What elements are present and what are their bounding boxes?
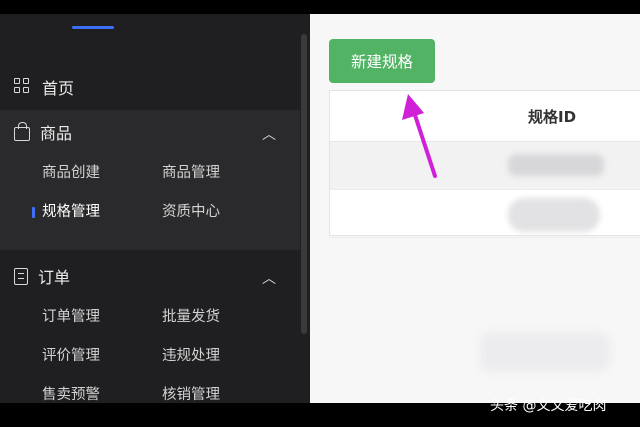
chevron-up-icon: ︿ [262,127,276,143]
main-content: 新建规格 规格ID [310,14,640,403]
column-header-spec-id: 规格ID [528,108,577,126]
sidebar-item-batch-ship[interactable]: 批量发货 [162,298,282,337]
credit-text: 头条 @文文爱吃肉 [490,398,607,414]
new-spec-button[interactable]: 新建规格 [329,39,435,83]
document-icon [14,267,28,285]
blurred-cell [508,198,600,232]
table-row[interactable] [330,190,640,238]
sidebar-item-qualification[interactable]: 资质中心 [162,193,282,232]
sidebar-item-home[interactable]: 首页 [0,66,300,108]
grid-icon [14,78,32,96]
sidebar-item-spec-manage[interactable]: 规格管理 [32,193,162,232]
table-row[interactable] [330,142,640,190]
sidebar-section-goods: 商品 ︿ 商品创建 商品管理 规格管理 资质中心 [0,110,300,250]
sidebar: 首页 商品 ︿ 商品创建 商品管理 规格管理 资质中心 订单 ︿ 订单管理 批量… [0,14,310,403]
sidebar-section-orders: 订单 ︿ 订单管理 批量发货 评价管理 违规处理 售卖预警 核销管理 [0,254,300,403]
chevron-up-icon: ︿ [262,271,276,287]
shopping-bag-icon [14,122,30,141]
sidebar-item-sale-warning[interactable]: 售卖预警 [42,376,162,403]
section-title: 订单 [38,268,71,287]
sidebar-item-goods-manage[interactable]: 商品管理 [162,154,282,193]
sidebar-scrollbar[interactable] [301,34,307,334]
blurred-cell [508,154,604,176]
sidebar-item-label: 首页 [42,79,75,98]
section-title: 商品 [40,124,73,143]
sidebar-section-goods-header[interactable]: 商品 ︿ [0,110,300,154]
top-tab-indicator [72,26,114,29]
table-header: 规格ID [330,91,640,142]
sidebar-item-goods-create[interactable]: 商品创建 [42,154,162,193]
sidebar-item-order-manage[interactable]: 订单管理 [42,298,162,337]
sidebar-item-violation[interactable]: 违规处理 [162,337,282,376]
sidebar-item-review-manage[interactable]: 评价管理 [42,337,162,376]
sidebar-section-orders-header[interactable]: 订单 ︿ [0,254,300,298]
spec-table: 规格ID [329,90,640,238]
app-window: 首页 商品 ︿ 商品创建 商品管理 规格管理 资质中心 订单 ︿ 订单管理 批量… [0,14,640,403]
sidebar-item-writeoff[interactable]: 核销管理 [162,376,282,403]
watermark [480,332,610,372]
